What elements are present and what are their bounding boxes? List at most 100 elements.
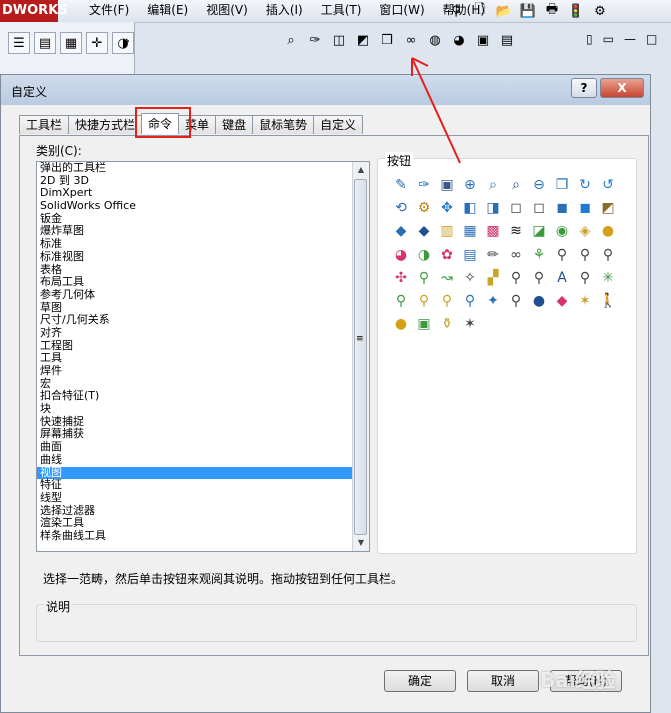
command-button-icon[interactable]: ◆ [553, 292, 571, 310]
edit-appearance-icon[interactable]: ◕ [450, 31, 468, 49]
command-button-icon[interactable]: ✎ [392, 176, 410, 194]
view-settings-icon[interactable]: ▤ [498, 31, 516, 49]
list-item[interactable]: 布局工具 [37, 275, 369, 289]
list-item[interactable]: 弹出的工具栏 [37, 162, 369, 175]
command-button-icon[interactable]: ⚲ [438, 292, 456, 310]
view-orient-icon[interactable]: ❒ [378, 31, 396, 49]
command-button-icon[interactable]: ↻ [576, 176, 594, 194]
command-button-icon[interactable]: ✿ [438, 246, 456, 264]
menu-item[interactable]: 编辑(E) [138, 0, 197, 22]
list-item[interactable]: 屏幕捕获 [37, 428, 369, 441]
list-item[interactable]: 参考几何体 [37, 288, 369, 302]
command-button-icon[interactable]: ✑ [415, 176, 433, 194]
tab-0[interactable]: 工具栏 [19, 115, 70, 134]
command-button-icon[interactable]: ● [392, 315, 410, 333]
command-button-icon[interactable]: ⊖ [530, 176, 548, 194]
command-button-icon[interactable]: ◆ [392, 222, 410, 240]
dialog-title-bar[interactable]: 自定义 ? X [1, 75, 650, 105]
command-button-icon[interactable]: ◼ [553, 199, 571, 217]
tile-icon[interactable]: ▯ [586, 32, 593, 46]
command-button-icon[interactable]: ◻ [530, 199, 548, 217]
command-button-icon[interactable]: ↝ [438, 269, 456, 287]
command-button-icon[interactable]: ◻ [507, 199, 525, 217]
list-item[interactable]: 选择过滤器 [37, 504, 369, 518]
title-help-button[interactable]: ? [571, 78, 597, 98]
command-button-icon[interactable]: ◨ [484, 199, 502, 217]
scroll-thumb[interactable] [354, 179, 367, 535]
category-list[interactable]: 弹出的工具栏 2D 到 3D DimXpert SolidWorks Office 钣金… [36, 161, 370, 552]
scene-icon[interactable]: ▣ [474, 31, 492, 49]
command-button-icon[interactable]: ∞ [507, 246, 525, 264]
list-item[interactable]: 标准 [37, 237, 369, 251]
list-item[interactable]: 钣金 [37, 212, 369, 226]
command-button-icon[interactable]: ⌕ [507, 176, 525, 194]
command-button-icon[interactable]: ⚱ [438, 315, 456, 333]
list-item[interactable]: 曲面 [37, 440, 369, 454]
command-button-icon[interactable]: ● [599, 222, 617, 240]
command-button-icon[interactable]: ✦ [484, 292, 502, 310]
command-button-icon[interactable]: ✏ [484, 246, 502, 264]
dim-icon[interactable]: ✛ [86, 32, 108, 54]
command-button-icon[interactable]: ✶ [576, 292, 594, 310]
list-item[interactable]: 标准视图 [37, 250, 369, 264]
command-button-icon[interactable]: ⌕ [484, 176, 502, 194]
list-item[interactable]: 工程图 [37, 339, 369, 353]
minimize-icon[interactable]: — [624, 32, 636, 46]
list-item[interactable]: 工具 [37, 352, 369, 365]
command-button-icon[interactable]: ◧ [461, 199, 479, 217]
list-item[interactable]: 快速捕捉 [37, 415, 369, 429]
command-button-icon[interactable]: ✶ [461, 315, 479, 333]
list-item[interactable]: 表格 [37, 263, 369, 277]
command-button-icon[interactable]: ◑ [415, 246, 433, 264]
list-item[interactable]: 视图 [37, 466, 369, 480]
command-button-icon[interactable]: ⚲ [507, 269, 525, 287]
scroll-down-icon[interactable]: ▼ [353, 535, 369, 551]
chevron-right-icon[interactable]: » [122, 34, 130, 49]
tree-icon[interactable]: ☰ [8, 32, 30, 54]
command-button-icon[interactable]: ⚲ [530, 269, 548, 287]
section-view-icon[interactable]: ◩ [354, 31, 372, 49]
pin-icon[interactable]: ⚲ [446, 1, 466, 21]
display-style-icon[interactable]: ∞ [402, 31, 420, 49]
new-doc-icon[interactable]: 🗋 [470, 1, 490, 21]
list-item[interactable]: 线型 [37, 491, 369, 505]
list-item[interactable]: 特征 [37, 478, 369, 492]
command-button-icon[interactable]: ✳ [599, 269, 617, 287]
save-icon[interactable]: 💾 [518, 1, 538, 21]
options-icon[interactable]: ⚙ [590, 1, 610, 21]
ok-button[interactable]: 确定 [384, 670, 456, 692]
command-button-icon[interactable]: 🚶 [599, 292, 617, 310]
menu-item[interactable]: 窗口(W) [370, 0, 433, 22]
command-button-icon[interactable]: ▩ [484, 222, 502, 240]
command-button-icon[interactable]: ✣ [392, 269, 410, 287]
list-item[interactable]: 曲线 [37, 453, 369, 467]
command-button-icon[interactable]: ⚙ [415, 199, 433, 217]
cancel-button[interactable]: 取消 [467, 670, 539, 692]
restore-icon[interactable]: ▭ [603, 32, 614, 46]
command-button-icon[interactable]: ⚲ [599, 246, 617, 264]
command-button-icon[interactable]: ↺ [599, 176, 617, 194]
list-item[interactable]: 焊件 [37, 364, 369, 378]
command-button-icon[interactable]: ▣ [438, 176, 456, 194]
config-icon[interactable]: ▦ [60, 32, 82, 54]
command-button-icon[interactable]: ⚲ [392, 292, 410, 310]
menu-item[interactable]: 工具(T) [312, 0, 371, 22]
command-button-icon[interactable]: ⚲ [576, 269, 594, 287]
tab-4[interactable]: 键盘 [215, 115, 254, 134]
print-icon[interactable]: 🖶 [542, 1, 562, 21]
command-button-icon[interactable]: A [553, 269, 571, 287]
list-item[interactable]: 样条曲线工具 [37, 529, 369, 543]
command-button-icon[interactable]: ✥ [438, 199, 456, 217]
list-item[interactable]: 对齐 [37, 326, 369, 340]
tab-6[interactable]: 自定义 [313, 115, 364, 134]
command-button-icon[interactable]: ▞ [484, 269, 502, 287]
list-item[interactable]: 扣合特征(T) [37, 390, 369, 403]
menu-item[interactable]: 插入(I) [257, 0, 312, 22]
list-item[interactable]: 爆炸草图 [37, 225, 369, 238]
command-button-icon[interactable]: ● [530, 292, 548, 310]
property-icon[interactable]: ▤ [34, 32, 56, 54]
command-button-icon[interactable]: ◩ [599, 199, 617, 217]
command-button-icon[interactable]: ◕ [392, 246, 410, 264]
command-button-icon[interactable]: ⚲ [553, 246, 571, 264]
command-button-icon[interactable]: ◆ [415, 222, 433, 240]
